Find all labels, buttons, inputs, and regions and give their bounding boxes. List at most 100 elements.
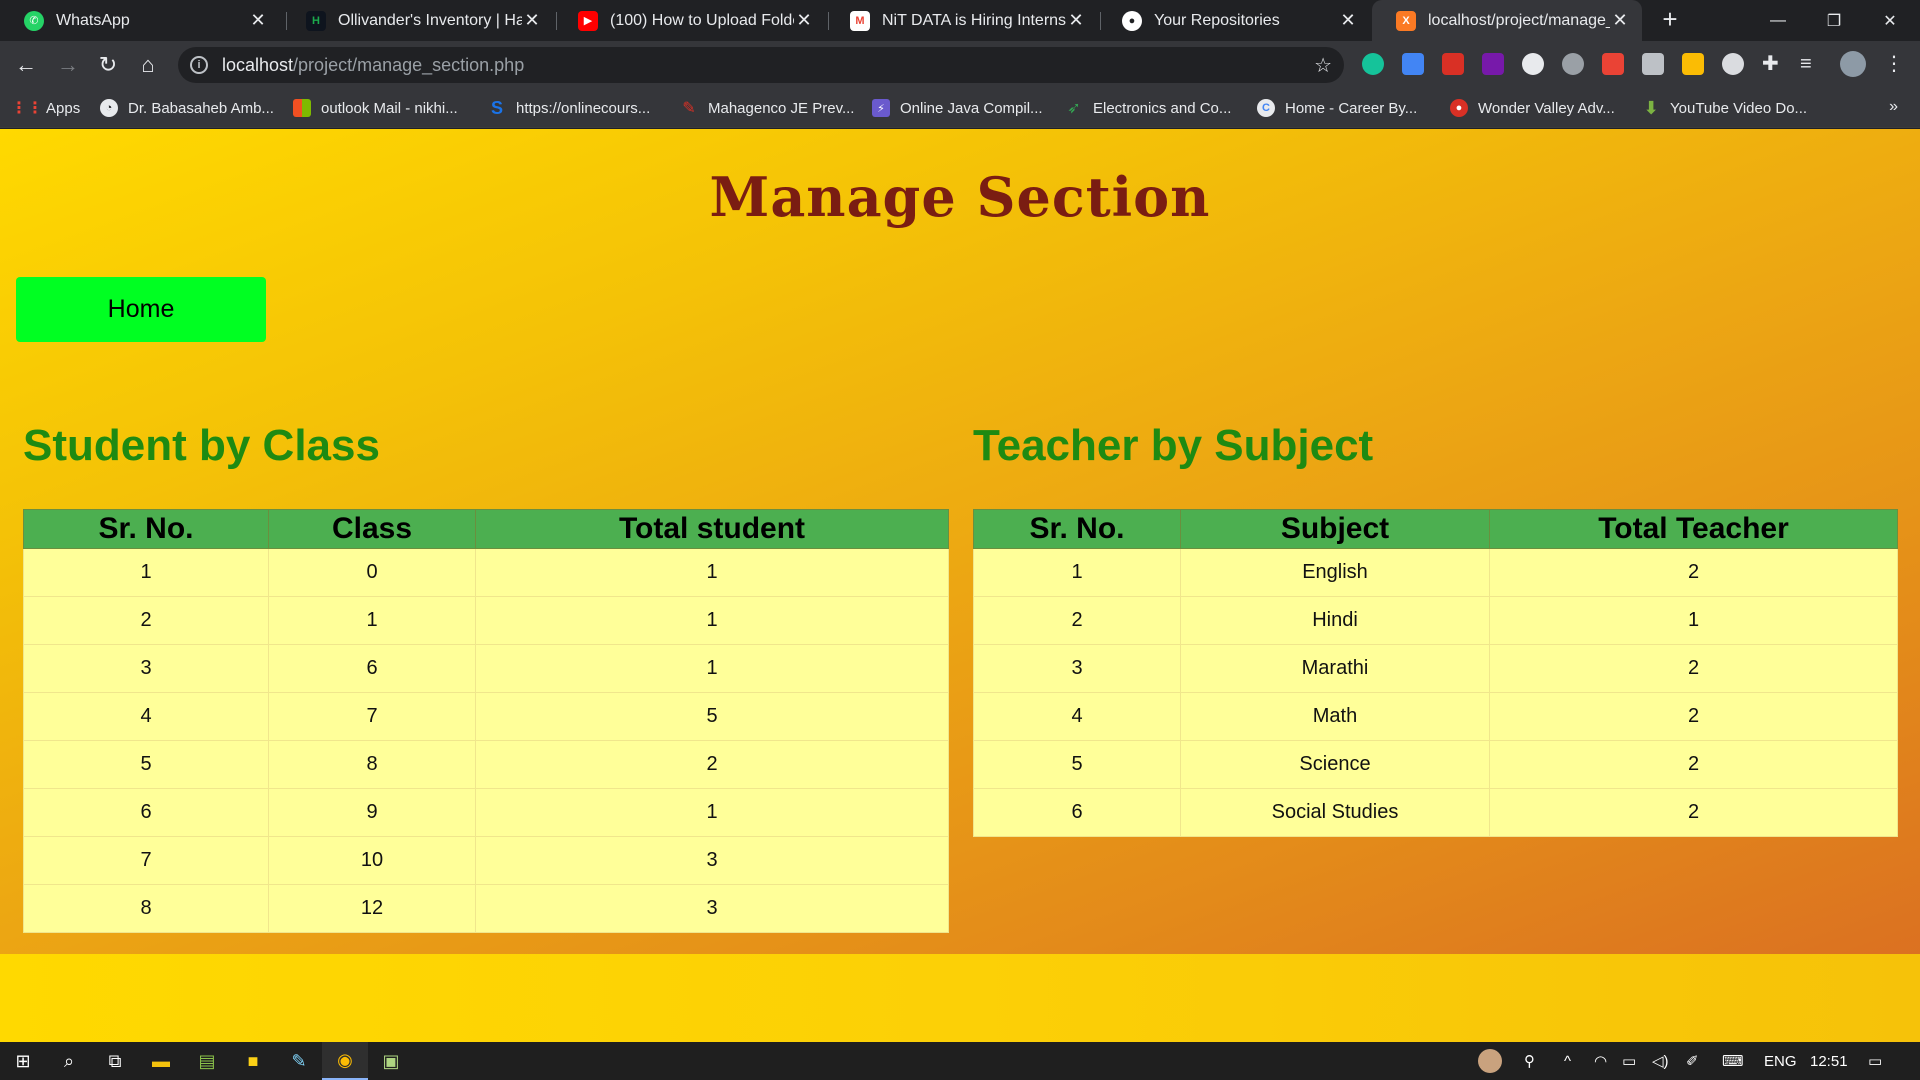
url-text[interactable]: localhost/project/manage_section.php — [222, 55, 524, 76]
file-explorer-icon[interactable]: ▬ — [138, 1042, 184, 1080]
notepad-icon[interactable]: ▤ — [184, 1042, 230, 1080]
bookmark-java-compiler[interactable]: ⚡ Online Java Compil... — [872, 88, 1043, 128]
task-view-icon[interactable]: ⧉ — [92, 1042, 138, 1080]
speedometer-icon[interactable] — [1522, 53, 1544, 75]
column-header: Sr. No. — [23, 509, 269, 549]
tab-extension-icon[interactable] — [1682, 53, 1704, 75]
more-bookmarks-chevron-icon[interactable]: » — [1889, 98, 1898, 116]
table-row: 361 — [23, 644, 949, 693]
bookmark-outlook[interactable]: outlook Mail - nikhi... — [293, 88, 458, 128]
tab-localhost-active[interactable]: X localhost/project/manage_section.php ✕ — [1372, 0, 1642, 41]
column-header: Subject — [1180, 509, 1490, 549]
home-button[interactable]: Home — [16, 277, 266, 342]
close-icon[interactable]: ✕ — [794, 10, 814, 31]
bookmark-career[interactable]: C Home - Career By... — [1257, 88, 1417, 128]
close-icon[interactable]: ✕ — [1610, 10, 1630, 31]
minimize-button[interactable]: — — [1750, 0, 1806, 41]
windows-start-icon[interactable]: ⊞ — [0, 1042, 46, 1080]
page-title: Manage Section — [709, 165, 1211, 229]
close-icon[interactable]: ✕ — [1066, 10, 1086, 31]
bookmark-youtube-downloader[interactable]: ⬇ YouTube Video Do... — [1642, 88, 1807, 128]
table-cell: 7 — [23, 836, 269, 885]
table-cell: Math — [1180, 692, 1490, 741]
hackerrank-icon: H — [306, 10, 326, 31]
volume-icon[interactable]: ◁) — [1652, 1042, 1669, 1080]
tab-gmail[interactable]: M NiT DATA is Hiring Interns for ✕ — [826, 0, 1098, 41]
tab-hackerrank[interactable]: H Ollivander's Inventory | HackerRank ✕ — [282, 0, 554, 41]
close-icon[interactable]: ✕ — [1338, 10, 1358, 31]
onenote-icon[interactable] — [1482, 53, 1504, 75]
table-row: 2 Hindi 1 — [973, 596, 1898, 645]
table-cell: Science — [1180, 740, 1490, 789]
bookmark-babasaheb[interactable]: ◔ Dr. Babasaheb Amb... — [100, 88, 274, 128]
puzzle-icon[interactable]: ✚ — [1762, 53, 1784, 75]
close-icon[interactable]: ✕ — [522, 10, 542, 31]
notification-icon[interactable]: ▭ — [1868, 1042, 1882, 1080]
table-cell: 3 — [973, 644, 1181, 693]
table-cell: 1 — [475, 596, 949, 645]
close-window-button[interactable]: ✕ — [1862, 0, 1918, 41]
table-cell: 1 — [268, 596, 476, 645]
reload-button[interactable]: ↻ — [92, 49, 124, 81]
home-nav-button[interactable]: ⌂ — [132, 49, 164, 81]
pdf-extension-icon[interactable] — [1602, 53, 1624, 75]
table-cell: 2 — [1489, 548, 1898, 597]
clock[interactable]: 12:51 — [1810, 1042, 1848, 1080]
table-cell: 2 — [1489, 692, 1898, 741]
grammarly-icon[interactable] — [1362, 53, 1384, 75]
table-row: 211 — [23, 596, 949, 645]
info-icon[interactable]: i — [190, 56, 208, 74]
new-tab-button[interactable]: + — [1656, 6, 1684, 34]
table-cell: 0 — [268, 548, 476, 597]
paint-icon[interactable]: ✎ — [276, 1042, 322, 1080]
calendar-extension-icon[interactable] — [1402, 53, 1424, 75]
battery-icon[interactable]: ▭ — [1622, 1042, 1636, 1080]
xampp-icon: X — [1396, 10, 1416, 31]
table-cell: 2 — [1489, 644, 1898, 693]
compass-icon[interactable] — [1722, 53, 1744, 75]
table-cell: English — [1180, 548, 1490, 597]
career-logo-icon: C — [1257, 99, 1275, 117]
chrome-icon[interactable]: ◉ — [322, 1042, 368, 1080]
bookmark-onlinecourses[interactable]: S https://onlinecours... — [488, 88, 650, 128]
table-cell: 3 — [23, 644, 269, 693]
menu-kebab-icon[interactable]: ⋮ — [1884, 53, 1906, 75]
image-viewer-icon[interactable]: ▣ — [368, 1042, 414, 1080]
keyboard-icon[interactable]: ⌨ — [1722, 1042, 1744, 1080]
table-cell: 1 — [973, 548, 1181, 597]
bookmark-star-icon[interactable]: ☆ — [1314, 53, 1332, 78]
table-row: 3 Marathi 2 — [973, 644, 1898, 693]
lightbulb-icon[interactable] — [1562, 53, 1584, 75]
chevron-up-icon[interactable]: ^ — [1564, 1042, 1571, 1080]
avatar[interactable] — [1478, 1042, 1502, 1080]
tab-whatsapp[interactable]: ✆ WhatsApp ✕ — [0, 0, 280, 41]
github-icon: ● — [1122, 10, 1142, 31]
table-cell: 1 — [23, 548, 269, 597]
students-by-class-table: Sr. No. Class Total student 101211361475… — [23, 509, 949, 933]
profile-avatar-icon[interactable] — [1840, 51, 1866, 77]
red-book-icon[interactable] — [1442, 53, 1464, 75]
bookmark-wonder-valley[interactable]: ● Wonder Valley Adv... — [1450, 88, 1615, 128]
bookmark-electronics[interactable]: ➶ Electronics and Co... — [1065, 88, 1231, 128]
table-row: 4 Math 2 — [973, 692, 1898, 741]
back-button[interactable]: ← — [10, 49, 42, 81]
language-indicator[interactable]: ENG — [1764, 1042, 1797, 1080]
tab-youtube[interactable]: ▶ (100) How to Upload Folder on GitHub ✕ — [554, 0, 826, 41]
table-cell: 1 — [475, 548, 949, 597]
sticky-notes-icon[interactable]: ■ — [230, 1042, 276, 1080]
restore-button[interactable]: ❐ — [1806, 0, 1862, 41]
people-icon[interactable]: ⚲ — [1524, 1042, 1535, 1080]
close-icon[interactable]: ✕ — [248, 10, 268, 31]
person-extension-icon[interactable] — [1642, 53, 1664, 75]
address-bar[interactable]: i localhost/project/manage_section.php ☆ — [178, 47, 1344, 83]
forward-button[interactable]: → — [52, 49, 84, 81]
tab-github[interactable]: ● Your Repositories ✕ — [1098, 0, 1370, 41]
search-icon[interactable]: ⌕ — [46, 1042, 92, 1080]
bookmark-label: Home - Career By... — [1285, 99, 1418, 117]
bookmark-apps[interactable]: ⋮⋮ Apps — [11, 88, 80, 128]
pen-icon[interactable]: ✐ — [1686, 1042, 1699, 1080]
media-queue-icon[interactable]: ≡ — [1800, 53, 1822, 75]
bookmark-mahagenco[interactable]: ✎ Mahagenco JE Prev... — [680, 88, 854, 128]
wifi-icon[interactable]: ◠ — [1594, 1042, 1607, 1080]
table-cell: 4 — [23, 692, 269, 741]
